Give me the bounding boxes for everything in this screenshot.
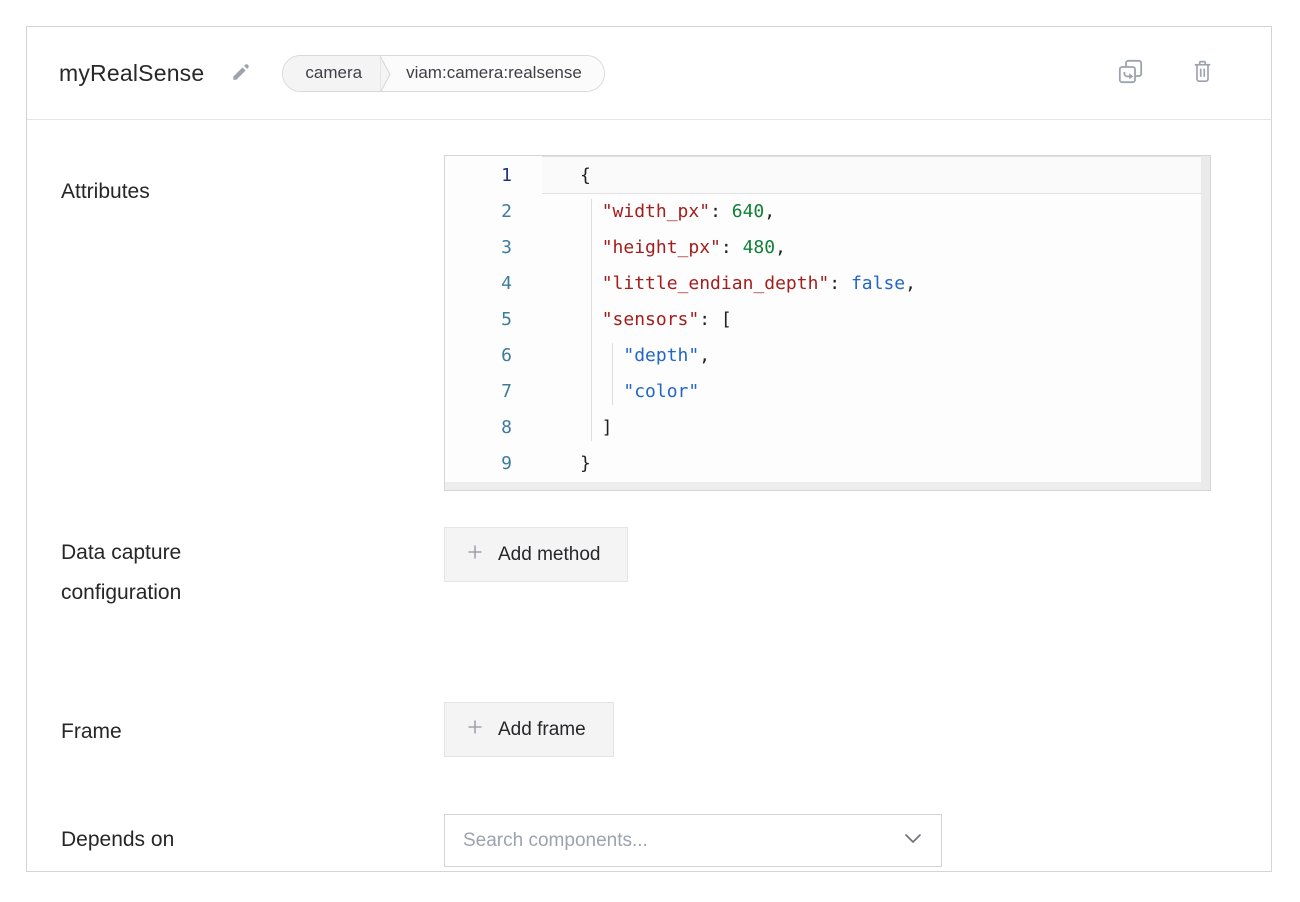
code-line-2: 2 "width_px": 640,	[445, 194, 1210, 230]
indent-guide	[591, 199, 592, 441]
add-method-button[interactable]: Add method	[444, 527, 628, 582]
code-line-4: 4 "little_endian_depth": false,	[445, 266, 1210, 302]
delete-button[interactable]	[1190, 58, 1215, 88]
code-line-5: 5 "sensors": [	[445, 302, 1210, 338]
depends-on-row: Depends on	[61, 814, 1271, 867]
line-number: 4	[445, 266, 542, 302]
trash-icon	[1190, 58, 1215, 88]
code-line-9: 9}	[445, 446, 1210, 482]
code-line-1: 1{	[445, 158, 1210, 194]
line-number: 9	[445, 446, 542, 482]
line-number: 7	[445, 374, 542, 410]
indent-guide	[612, 343, 613, 405]
component-body: Attributes 1{2 "width_px": 640,3 "height…	[27, 155, 1271, 867]
attributes-row: Attributes 1{2 "width_px": 640,3 "height…	[61, 155, 1271, 491]
line-number: 2	[445, 194, 542, 230]
depends-on-label: Depends on	[61, 814, 444, 867]
attributes-json-editor[interactable]: 1{2 "width_px": 640,3 "height_px": 480,4…	[444, 155, 1211, 491]
plus-icon	[465, 717, 485, 743]
header-actions	[1117, 58, 1215, 88]
line-number: 6	[445, 338, 542, 374]
data-capture-label: Data capture configuration	[61, 527, 444, 613]
component-header: myRealSense camera viam:camera:realsense	[27, 27, 1271, 120]
component-name: myRealSense	[59, 60, 204, 87]
line-number: 8	[445, 410, 542, 446]
rename-button[interactable]	[230, 61, 252, 86]
line-number: 3	[445, 230, 542, 266]
component-type-badge: camera viam:camera:realsense	[282, 55, 604, 92]
line-number: 5	[445, 302, 542, 338]
code-line-6: 6 "depth",	[445, 338, 1210, 374]
plus-icon	[465, 542, 485, 568]
add-frame-button[interactable]: Add frame	[444, 702, 614, 757]
attributes-label: Attributes	[61, 155, 444, 491]
code-line-3: 3 "height_px": 480,	[445, 230, 1210, 266]
frame-row: Frame Add frame	[61, 702, 1271, 757]
component-config-card: myRealSense camera viam:camera:realsense	[26, 26, 1272, 872]
line-number: 1	[445, 158, 542, 194]
editor-vertical-scrollbar[interactable]	[1201, 156, 1210, 490]
duplicate-icon	[1117, 58, 1144, 88]
pencil-icon	[230, 61, 252, 86]
component-category: camera	[283, 56, 380, 91]
code-line-7: 7 "color"	[445, 374, 1210, 410]
duplicate-button[interactable]	[1117, 58, 1144, 88]
component-model: viam:camera:realsense	[392, 56, 604, 91]
editor-horizontal-scrollbar[interactable]	[445, 482, 1201, 490]
code-line-8: 8 ]	[445, 410, 1210, 446]
data-capture-row: Data capture configuration Add method	[61, 527, 1271, 613]
depends-on-search-input[interactable]	[444, 814, 942, 867]
breadcrumb-divider-icon	[380, 56, 392, 92]
frame-label: Frame	[61, 702, 444, 757]
depends-on-select[interactable]	[444, 814, 942, 867]
